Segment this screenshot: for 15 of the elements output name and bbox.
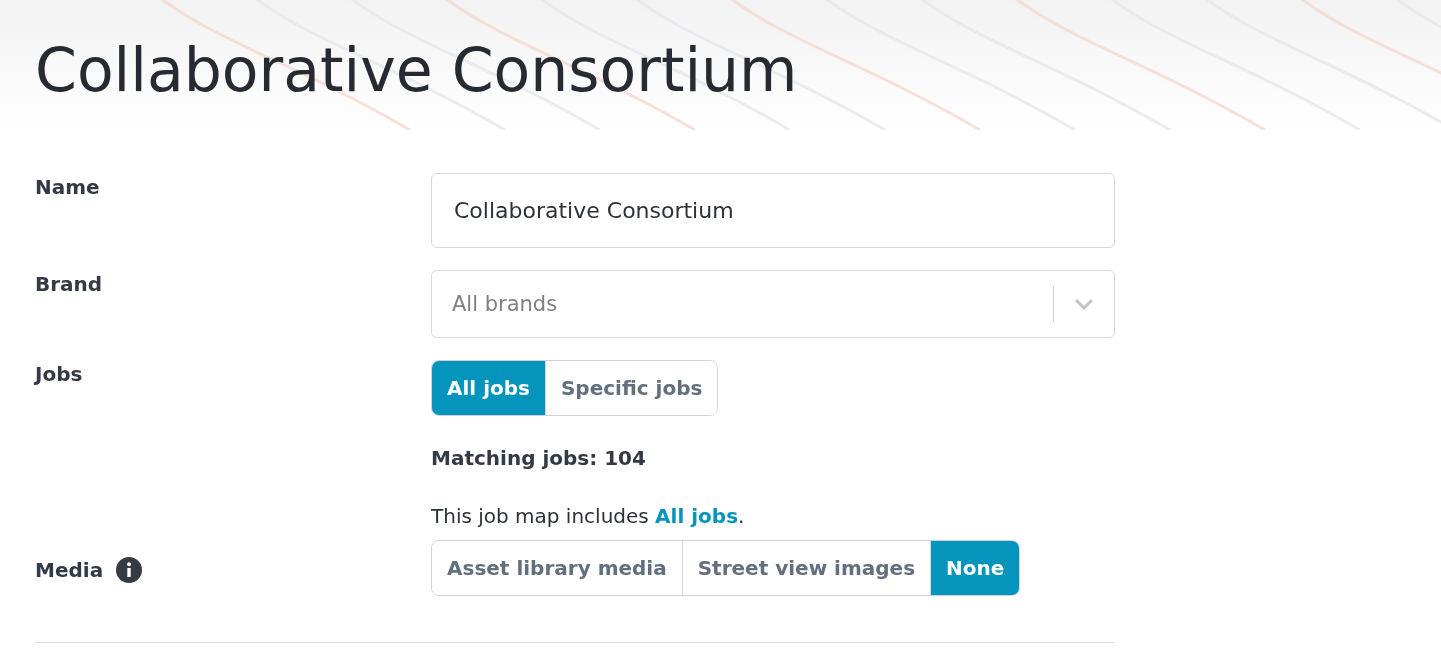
segment-button[interactable]: Specific jobs bbox=[544, 361, 718, 415]
field-label: Name bbox=[35, 175, 100, 199]
field-label: Brand bbox=[35, 272, 103, 296]
segment-button[interactable]: None bbox=[930, 541, 1020, 595]
brand-select[interactable]: All brands bbox=[431, 270, 1115, 338]
summary-link[interactable]: All jobs bbox=[655, 504, 739, 528]
segment-button[interactable]: All jobs bbox=[432, 361, 545, 415]
field-label: Media bbox=[35, 558, 104, 582]
name-input[interactable]: Collaborative Consortium bbox=[431, 173, 1115, 248]
page-title: Collaborative Consortium bbox=[35, 34, 798, 106]
matching-count: Matching jobs: 104 bbox=[431, 446, 646, 470]
summary-text: This job map includes All jobs. bbox=[431, 504, 745, 528]
chevron-down-icon bbox=[1074, 298, 1094, 310]
field-label: Jobs bbox=[35, 362, 83, 386]
placeholder: All brands bbox=[452, 292, 559, 316]
